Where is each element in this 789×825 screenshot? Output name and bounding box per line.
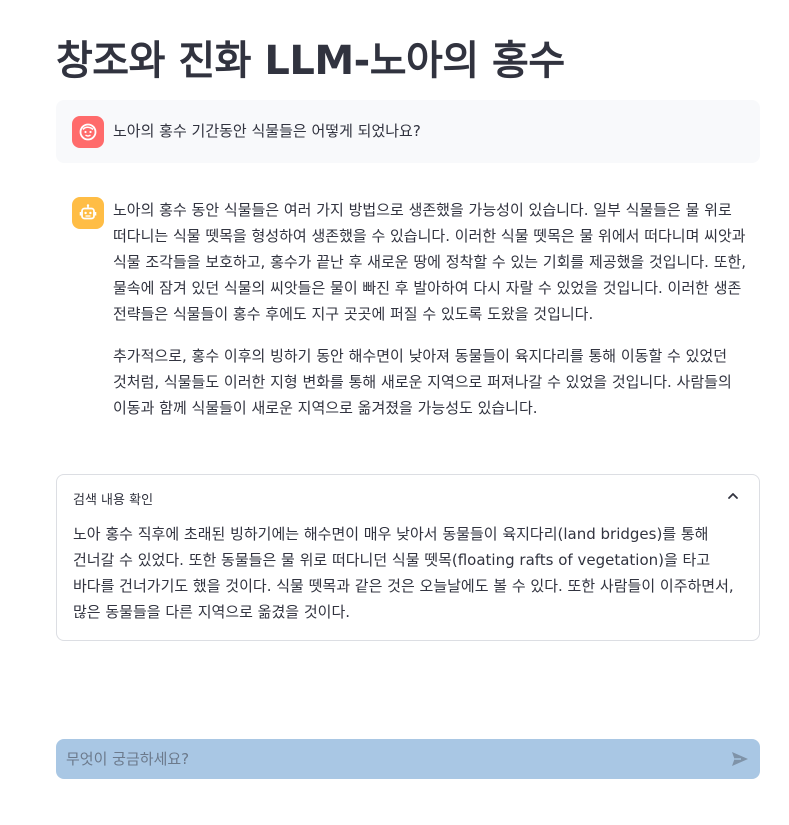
face-icon [72, 116, 104, 148]
send-button[interactable] [728, 747, 752, 771]
expander-header[interactable]: 검색 내용 확인 [73, 489, 153, 508]
chat-input[interactable] [56, 739, 716, 779]
assistant-paragraph: 추가적으로, 홍수 이후의 빙하기 동안 해수면이 낮아져 동물들이 육지다리를… [113, 347, 732, 417]
robot-icon [72, 197, 104, 229]
chevron-up-icon[interactable] [725, 488, 741, 504]
search-results-expander: 검색 내용 확인 노아 홍수 직후에 초래된 빙하기에는 해수면이 매우 낮아서… [56, 474, 760, 641]
page-title: 창조와 진화 LLM-노아의 홍수 [56, 38, 565, 84]
user-message-text: 노아의 홍수 기간동안 식물들은 어떻게 되었나요? [113, 122, 421, 140]
user-message: 노아의 홍수 기간동안 식물들은 어떻게 되었나요? [56, 100, 760, 163]
expander-content: 노아 홍수 직후에 초래된 빙하기에는 해수면이 매우 낮아서 동물들이 육지다… [73, 525, 734, 621]
assistant-paragraph: 노아의 홍수 동안 식물들은 여러 가지 방법으로 생존했을 가능성이 있습니다… [113, 201, 747, 323]
send-icon [732, 752, 748, 766]
chat-input-container [56, 739, 760, 779]
assistant-message: 노아의 홍수 동안 식물들은 여러 가지 방법으로 생존했을 가능성이 있습니다… [113, 197, 753, 437]
